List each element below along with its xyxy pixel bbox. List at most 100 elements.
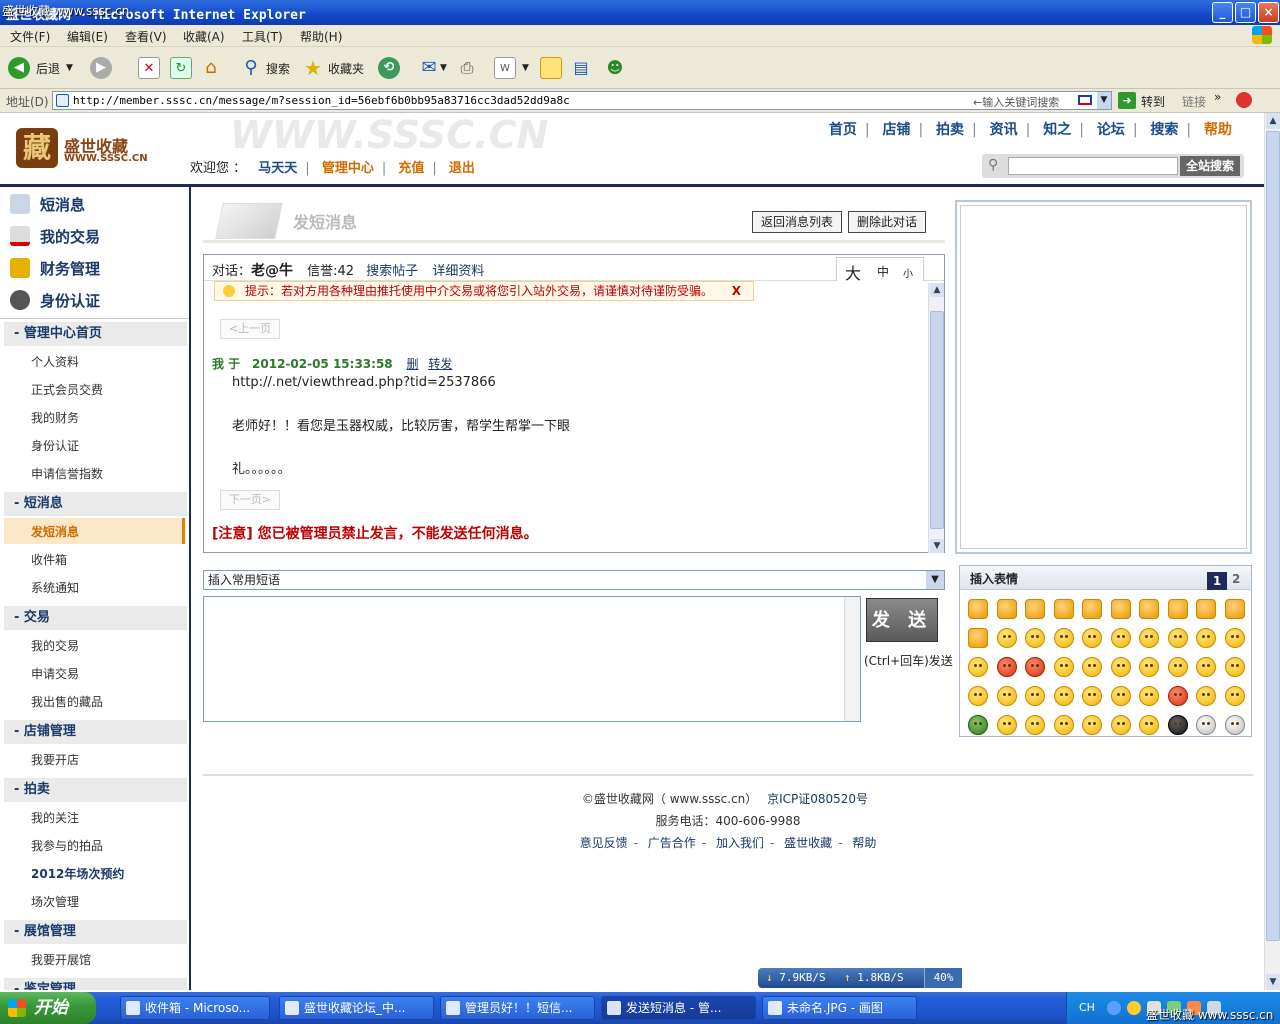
page-scroll-down-icon[interactable]: ▼ [1266, 974, 1280, 990]
tip-close-button[interactable]: X [732, 282, 741, 300]
section-auction[interactable]: - 拍卖 [4, 778, 187, 802]
emoticon-icon[interactable] [993, 681, 1022, 710]
page-scroll-thumb[interactable] [1266, 131, 1280, 941]
message-textarea[interactable] [203, 596, 861, 722]
emoticon-icon[interactable] [1164, 710, 1193, 739]
nav-shops[interactable]: 店铺 [882, 122, 910, 138]
emoticon-icon[interactable] [1107, 594, 1136, 623]
note-button[interactable] [540, 55, 562, 81]
page-scrollbar[interactable]: ▲ ▼ [1264, 113, 1280, 990]
go-arrow-icon[interactable]: ➜ [1118, 92, 1136, 109]
nav-knowledge[interactable]: 知之 [1043, 122, 1071, 138]
menu-file[interactable]: 文件(F) [10, 28, 50, 45]
menu-tools[interactable]: 工具(T) [242, 28, 283, 45]
sidebar-main-messages[interactable]: 短消息 [10, 190, 85, 218]
emoticon-icon[interactable] [964, 652, 993, 681]
refresh-button[interactable]: ↻ [170, 55, 192, 81]
footer-link-help[interactable]: 帮助 [852, 836, 876, 850]
emoticon-icon[interactable] [1164, 652, 1193, 681]
search-button[interactable]: ⚲ 搜索 [240, 55, 290, 81]
delete-conversation-button[interactable]: 删除此对话 [848, 211, 927, 233]
site-logo[interactable]: 藏 [16, 128, 58, 168]
emoticon-icon[interactable] [1192, 623, 1221, 652]
emoticon-icon[interactable] [1221, 652, 1250, 681]
emoticon-icon[interactable] [1221, 681, 1250, 710]
emoticon-icon[interactable] [1078, 594, 1107, 623]
sidebar-item-my-finance[interactable]: 我的财务 [31, 409, 79, 426]
menu-help[interactable]: 帮助(H) [300, 28, 342, 45]
section-trades[interactable]: - 交易 [4, 606, 187, 630]
menu-edit[interactable]: 编辑(E) [67, 28, 108, 45]
section-messages[interactable]: - 短消息 [4, 492, 187, 516]
emoticon-icon[interactable] [1078, 681, 1107, 710]
nav-search[interactable]: 搜索 [1150, 122, 1178, 138]
sidebar-main-finance[interactable]: 财务管理 [10, 254, 100, 282]
search-posts-link[interactable]: 搜索帖子 [366, 264, 418, 279]
emoticon-icon[interactable] [1192, 710, 1221, 739]
home-button[interactable]: ⌂ [200, 55, 222, 81]
menu-favorites[interactable]: 收藏(A) [183, 28, 225, 45]
emoticon-icon[interactable] [1135, 623, 1164, 652]
emoticon-icon[interactable] [1164, 594, 1193, 623]
emoticon-icon[interactable] [1021, 594, 1050, 623]
emoticon-icon[interactable] [1192, 594, 1221, 623]
nav-news[interactable]: 资讯 [990, 122, 1018, 138]
research-button[interactable]: ▤ [570, 55, 592, 81]
user-link-logout[interactable]: 退出 [449, 161, 475, 176]
emoticon-icon[interactable] [1021, 623, 1050, 652]
back-button[interactable]: ◀ 后退 ▼ [8, 55, 73, 81]
nav-help[interactable]: 帮助 [1204, 122, 1232, 138]
emoticon-icon[interactable] [993, 652, 1022, 681]
emoticon-icon[interactable] [1107, 623, 1136, 652]
user-link-admin[interactable]: 管理中心 [322, 161, 374, 176]
chevron-right-icon[interactable]: » [1214, 90, 1221, 104]
sidebar-item-my-trades[interactable]: 我的交易 [31, 637, 79, 654]
messenger-button[interactable]: ☻ [604, 55, 626, 81]
address-input[interactable]: http://member.sssc.cn/message/m?session_… [52, 91, 1112, 110]
emoticon-icon[interactable] [1050, 652, 1079, 681]
taskbar-item[interactable]: 盛世收藏论坛_中... [279, 996, 434, 1020]
footer-link-ads[interactable]: 广告合作 [648, 836, 696, 850]
partner-name[interactable]: 老@牛 [251, 263, 293, 279]
user-link-recharge[interactable]: 充值 [398, 161, 424, 176]
sidebar-item-membership-fee[interactable]: 正式会员交费 [31, 381, 103, 398]
scroll-thumb[interactable] [930, 311, 944, 529]
conversation-scrollbar[interactable]: ▲ ▼ [928, 283, 944, 553]
nav-auction[interactable]: 拍卖 [936, 122, 964, 138]
emoticon-icon[interactable] [993, 623, 1022, 652]
phrase-select[interactable]: 插入常用短语 ▼ [203, 570, 945, 590]
emoticon-icon[interactable] [1221, 710, 1250, 739]
sidebar-item-profile[interactable]: 个人资料 [31, 353, 79, 370]
sidebar-item-my-bids[interactable]: 我参与的拍品 [31, 837, 103, 854]
go-button[interactable]: 转到 [1141, 93, 1165, 110]
username-link[interactable]: 马天天 [258, 161, 297, 176]
stop-button[interactable]: ✕ [138, 55, 160, 81]
start-button[interactable]: 开始 [0, 992, 96, 1024]
section-gallery[interactable]: - 展馆管理 [4, 920, 187, 944]
section-admin-home[interactable]: - 管理中心首页 [4, 322, 187, 346]
emoticon-icon[interactable] [1078, 652, 1107, 681]
sidebar-item-send-message[interactable]: 发短消息 [31, 523, 79, 540]
forward-message-link[interactable]: 转发 [428, 357, 452, 371]
emoticon-icon[interactable] [1192, 681, 1221, 710]
details-link[interactable]: 详细资料 [432, 264, 484, 279]
emoticon-icon[interactable] [1135, 652, 1164, 681]
emoticon-icon[interactable] [964, 594, 993, 623]
sidebar-item-inbox[interactable]: 收件箱 [31, 551, 67, 568]
sidebar-item-apply-trade[interactable]: 申请交易 [31, 665, 79, 682]
emoticon-icon[interactable] [1164, 681, 1193, 710]
favorites-button[interactable]: ★ 收藏夹 [302, 55, 364, 81]
taskbar-item[interactable]: 管理员好！！短信... [440, 996, 595, 1020]
section-appraisal[interactable]: - 鉴定管理 [4, 978, 187, 990]
links-label[interactable]: 链接 [1182, 93, 1206, 110]
tray-icon[interactable] [1107, 1001, 1121, 1015]
site-search-button[interactable]: 全站搜索 [1180, 156, 1240, 176]
emoticon-icon[interactable] [1050, 710, 1079, 739]
icp-link[interactable]: 京ICP证080520号 [767, 792, 868, 806]
forward-button[interactable]: ▶ [90, 55, 112, 81]
emoticon-icon[interactable] [1107, 681, 1136, 710]
emoticon-icon[interactable] [1078, 710, 1107, 739]
emoticon-icon[interactable] [1221, 623, 1250, 652]
nav-forum[interactable]: 论坛 [1097, 122, 1125, 138]
emoticon-icon[interactable] [1050, 681, 1079, 710]
